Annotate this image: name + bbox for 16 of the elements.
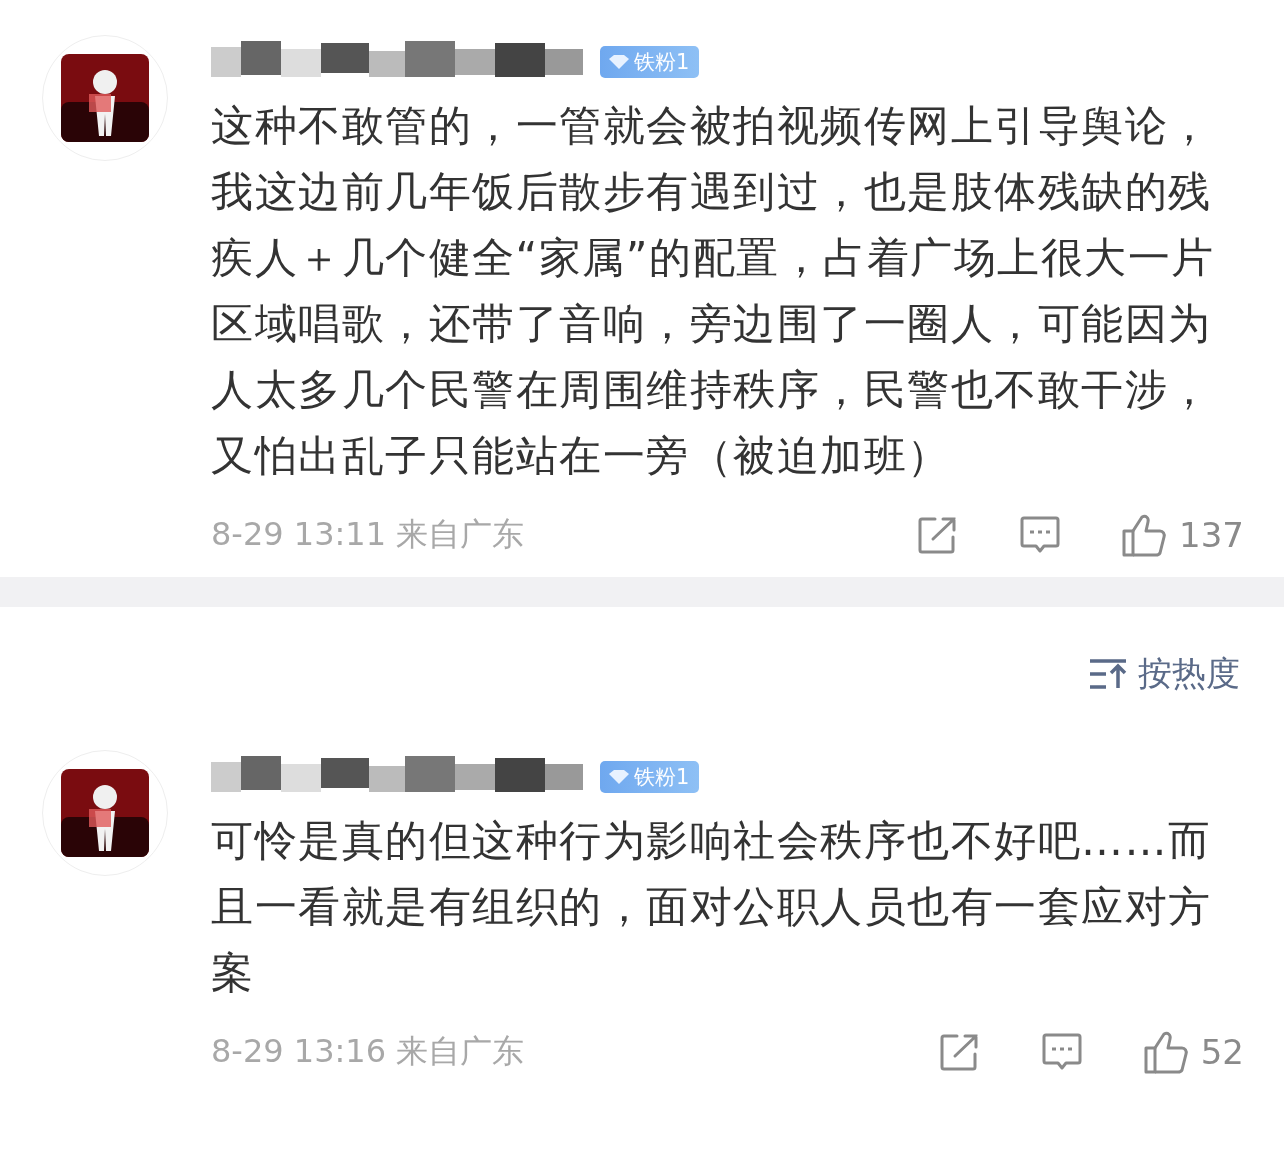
share-icon[interactable] <box>938 1032 981 1072</box>
fan-badge: 铁粉1 <box>600 761 700 793</box>
comment-icon[interactable] <box>1040 1032 1083 1072</box>
diamond-icon <box>608 54 630 70</box>
comment-text: 这种不敢管的，一管就会被拍视频传网上引导舆论，我这边前几年饭后散步有遇到过，也是肢体残缺的残疾人＋几个健全“家属”的配置，占着广场上很大一片区域唱歌，还带了音响，旁边围了一圈人，可能因为人太多几个民警在周围维持秩序，民警也不敢干涉，又怕出乱子只能站在一旁（被迫加班） <box>211 100 1216 482</box>
comment-timestamp: 8-29 13:11 来自广东 <box>211 514 526 555</box>
comment-text: 可怜是真的但这种行为影响社会秩序也不好吧……而且一看就是有组织的，面对公职人员也有一套应对方案 <box>211 815 1213 999</box>
sort-icon <box>1088 658 1128 690</box>
comment-icon[interactable] <box>1019 515 1062 555</box>
thumbs-up-icon[interactable] <box>1142 1030 1191 1074</box>
diamond-icon <box>608 769 630 785</box>
fan-badge: 铁粉1 <box>600 46 700 78</box>
comment-timestamp: 8-29 13:16 来自广东 <box>211 1031 526 1072</box>
like-count: 137 <box>1179 515 1244 555</box>
like-count: 52 <box>1200 1032 1244 1072</box>
sort-button[interactable]: 按热度 <box>1088 651 1240 697</box>
